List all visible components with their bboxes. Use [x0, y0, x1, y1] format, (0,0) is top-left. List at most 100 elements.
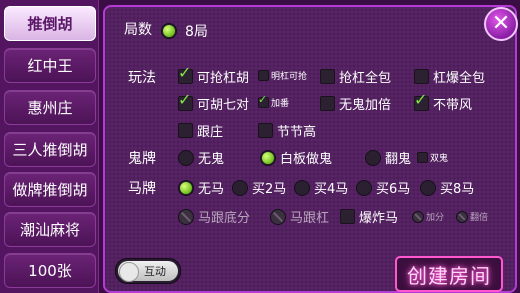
option-label: 翻鬼: [385, 152, 412, 167]
option-label: 不带风: [433, 98, 473, 113]
sidebar-item-huizhouzhuang[interactable]: 惠州庄: [4, 90, 96, 125]
horse-extra-gengang[interactable]: 马跟杠: [270, 207, 329, 226]
sidebar-item-100-tiles[interactable]: 100张: [4, 253, 96, 288]
radio-icon: [420, 179, 436, 196]
sidebar-item-label: 潮汕麻将: [19, 221, 80, 239]
checkbox-icon: [417, 152, 428, 163]
option-label: 爆炸马: [359, 211, 399, 226]
option-label: 加分: [426, 213, 445, 223]
checkbox-icon: [320, 96, 335, 111]
option-label: 抢杠全包: [339, 71, 392, 86]
rule-budaifeng[interactable]: ✓ 不带风: [414, 90, 473, 113]
rounds-value: 8局: [185, 24, 208, 40]
sidebar-item-tuidaohu[interactable]: 推倒胡: [4, 6, 96, 41]
checkbox-icon: [320, 69, 335, 84]
option-label: 双鬼: [430, 154, 449, 164]
horse-extra-fanbei[interactable]: 翻倍: [456, 210, 488, 223]
rules-label: 玩法: [128, 70, 156, 86]
option-label: 买2马: [252, 182, 287, 197]
option-label: 跟庄: [197, 125, 224, 140]
sidebar-item-chaoshan-majiang[interactable]: 潮汕麻将: [4, 212, 96, 247]
horse-label: 马牌: [128, 181, 156, 197]
option-label: 杠爆全包: [433, 71, 486, 86]
disabled-radio-icon: [456, 210, 468, 223]
checkbox-icon: ✓: [258, 93, 269, 108]
option-label: 无鬼加倍: [339, 98, 392, 113]
horse-extra-baozhama[interactable]: 爆炸马: [340, 207, 398, 226]
option-label: 买4马: [314, 182, 349, 197]
close-icon: ✕: [491, 11, 511, 36]
horse-option-8[interactable]: 买8马: [420, 178, 474, 197]
rule-qianggangquanbao[interactable]: 抢杠全包: [320, 67, 391, 86]
interaction-toggle[interactable]: 互动: [115, 258, 181, 284]
disabled-radio-icon: [178, 208, 194, 225]
horse-extra-gendifen[interactable]: 马跟底分: [178, 207, 250, 226]
rule-jiafan[interactable]: ✓ 加番: [258, 93, 290, 109]
sidebar-item-sanren-tuidaohu[interactable]: 三人推倒胡: [4, 132, 96, 167]
sidebar-item-label: 三人推倒胡: [12, 141, 88, 159]
sidebar-item-label: 红中王: [27, 57, 73, 75]
radio-icon: [365, 149, 381, 166]
ghost-option-shuanggui[interactable]: 双鬼: [417, 151, 448, 164]
rule-genzhuang[interactable]: 跟庄: [178, 121, 223, 140]
horse-option-2[interactable]: 买2马: [232, 178, 286, 197]
rule-jiejiegao[interactable]: 节节高: [258, 121, 316, 140]
checkbox-icon: [178, 123, 193, 138]
checkbox-icon: [340, 209, 355, 224]
sidebar-item-hongzhongwang[interactable]: 红中王: [4, 48, 96, 83]
rounds-option-8[interactable]: 8局: [161, 21, 208, 41]
ghost-label: 鬼牌: [128, 151, 156, 167]
option-label: 马跟底分: [198, 211, 251, 226]
rounds-label: 局数: [124, 22, 152, 38]
disabled-radio-icon: [270, 208, 286, 225]
option-label: 可抢杠胡: [197, 71, 250, 86]
rule-wuguijiabei[interactable]: 无鬼加倍: [320, 94, 391, 113]
option-label: 买8马: [440, 182, 475, 197]
ghost-option-fangui[interactable]: 翻鬼: [365, 148, 411, 167]
radio-icon: [232, 179, 248, 196]
radio-icon: [294, 179, 310, 196]
radio-icon: [356, 179, 372, 196]
ghost-option-baiban[interactable]: 白板做鬼: [260, 148, 332, 167]
horse-option-4[interactable]: 买4马: [294, 178, 348, 197]
game-mode-sidebar: 推倒胡 红中王 惠州庄 三人推倒胡 做牌推倒胡 潮汕麻将 100张: [0, 0, 99, 293]
option-label: 翻倍: [470, 213, 489, 223]
rule-minggangkeqiang[interactable]: 明杠可抢: [258, 69, 307, 82]
option-label: 无鬼: [198, 152, 225, 167]
sidebar-item-label: 100张: [28, 262, 72, 280]
option-label: 节节高: [277, 125, 317, 140]
toggle-knob: [119, 262, 139, 282]
create-room-button[interactable]: 创建房间: [395, 256, 503, 292]
sidebar-item-label: 惠州庄: [27, 99, 73, 117]
close-button[interactable]: ✕: [484, 7, 518, 41]
option-label: 白板做鬼: [280, 152, 333, 167]
option-label: 马跟杠: [290, 211, 330, 226]
disabled-radio-icon: [412, 210, 424, 223]
create-room-label: 创建房间: [407, 263, 491, 288]
option-label: 无马: [198, 182, 225, 197]
horse-option-6[interactable]: 买6马: [356, 178, 410, 197]
radio-selected-icon: [178, 179, 194, 196]
option-label: 买6马: [376, 182, 411, 197]
checkbox-icon: [414, 69, 429, 84]
sidebar-item-label: 推倒胡: [27, 15, 73, 33]
horse-extra-jiafen[interactable]: 加分: [412, 210, 444, 223]
toggle-label: 互动: [144, 265, 166, 278]
radio-selected-icon: [161, 23, 177, 39]
option-label: 加番: [271, 99, 290, 109]
radio-icon: [178, 149, 194, 166]
checkbox-icon: [258, 123, 273, 138]
ghost-option-none[interactable]: 无鬼: [178, 148, 224, 167]
checkbox-icon: ✓: [414, 90, 429, 111]
rule-kequangganghu[interactable]: ✓ 可抢杠胡: [178, 63, 250, 86]
rule-kehuqidui[interactable]: ✓ 可胡七对: [178, 90, 249, 113]
checkbox-icon: [258, 70, 269, 81]
horse-option-none[interactable]: 无马: [178, 178, 224, 197]
radio-selected-icon: [260, 149, 276, 166]
checkbox-icon: ✓: [178, 63, 193, 84]
checkbox-icon: ✓: [178, 90, 193, 111]
sidebar-item-label: 做牌推倒胡: [12, 181, 88, 199]
rule-gangbaoquanbao[interactable]: 杠爆全包: [414, 67, 485, 86]
option-label: 明杠可抢: [271, 72, 308, 82]
sidebar-item-zuopai-tuidaohu[interactable]: 做牌推倒胡: [4, 172, 96, 207]
